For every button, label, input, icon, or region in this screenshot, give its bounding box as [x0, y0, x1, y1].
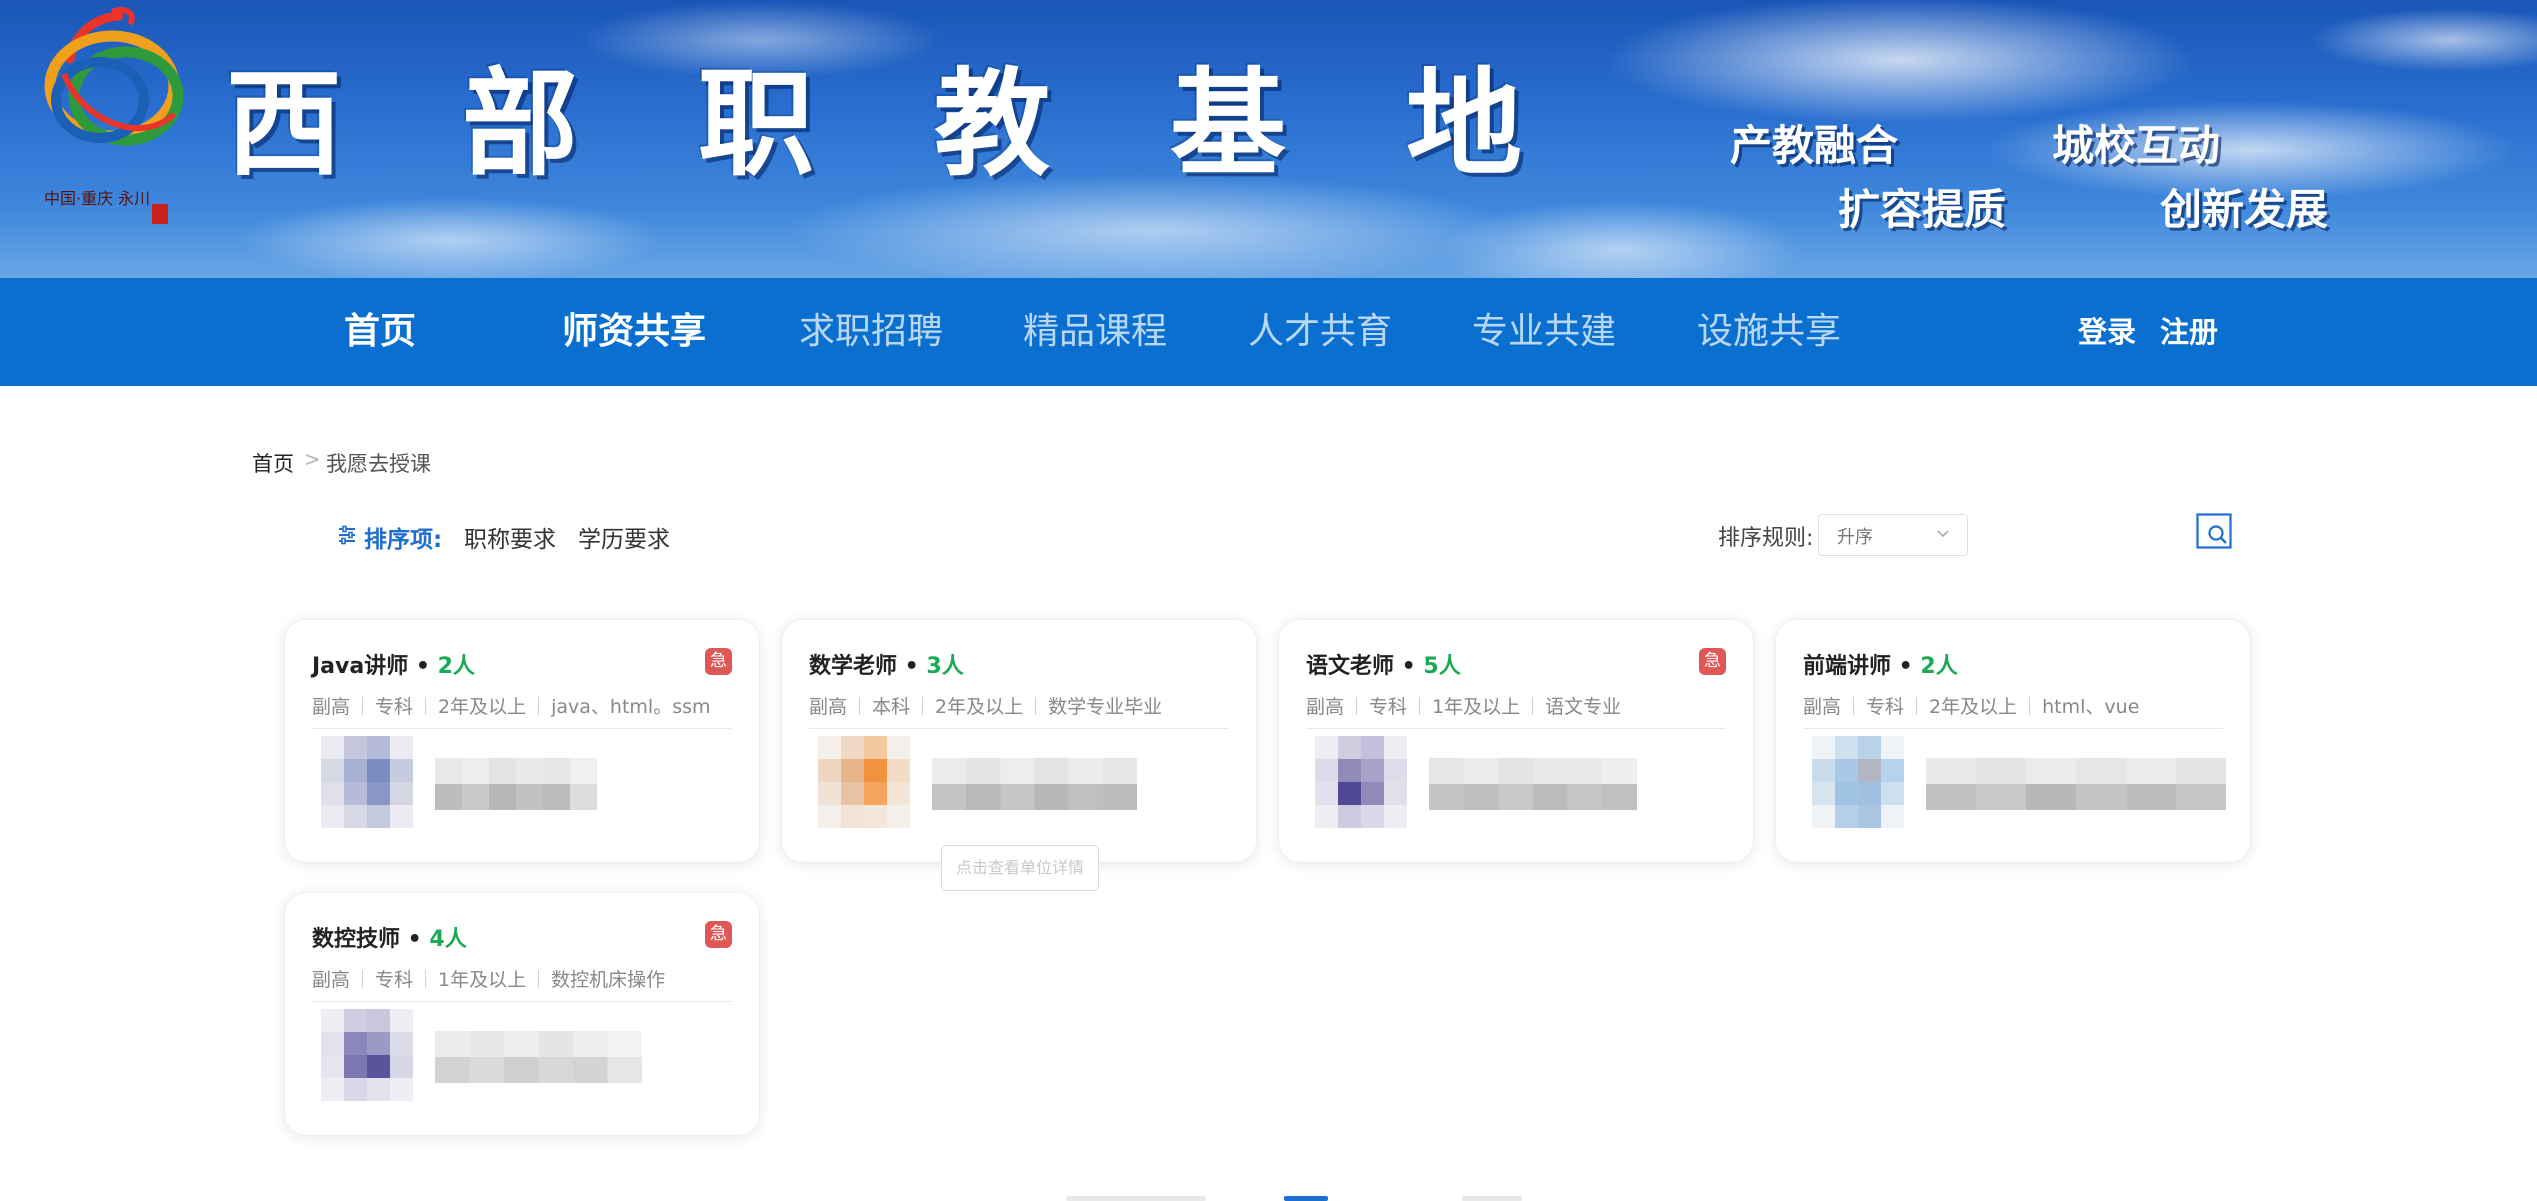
sort-option-education[interactable]: 学历要求	[578, 520, 670, 554]
sort-label: 排序项:	[364, 527, 443, 553]
company-avatar-blurred	[818, 736, 910, 828]
job-title: 语文老师 • 5人	[1306, 654, 1461, 679]
slogan-1: 产教融合	[1730, 121, 1899, 170]
slogan-3: 扩容提质	[1838, 185, 2007, 234]
company-avatar-blurred	[1812, 736, 1904, 828]
search-icon[interactable]	[2196, 513, 2232, 549]
sort-rule-label: 排序规则:	[1718, 526, 1814, 551]
slogan-2: 城校互动	[2052, 121, 2221, 170]
pagination-current[interactable]	[1284, 1196, 1328, 1201]
job-card[interactable]: 数控技师 • 4人 急 副高 专科 1年及以上 数控机床操作	[284, 892, 760, 1136]
job-card[interactable]: 数学老师 • 3人 副高 本科 2年及以上 数学专业毕业	[781, 619, 1257, 863]
slogan-4: 创新发展	[2160, 185, 2329, 234]
company-name-blurred	[435, 758, 597, 810]
nav-quality-courses[interactable]: 精品课程	[1023, 278, 1167, 386]
nav-facility-sharing[interactable]: 设施共享	[1697, 278, 1841, 386]
job-tags: 副高 专科 2年及以上 java、html。ssm	[312, 696, 711, 718]
company-name-blurred	[1926, 758, 2226, 810]
company-avatar-blurred	[1315, 736, 1407, 828]
job-tags: 副高 专科 1年及以上 语文专业	[1306, 696, 1622, 718]
urgent-badge: 急	[1699, 648, 1726, 675]
site-title: 西部职教基地	[226, 56, 1642, 192]
nav-teacher-sharing[interactable]: 师资共享	[562, 278, 706, 386]
company-avatar-blurred	[321, 1009, 413, 1101]
pagination-next[interactable]	[1462, 1196, 1522, 1201]
sort-option-title[interactable]: 职称要求	[464, 520, 556, 554]
register-link[interactable]: 注册	[2160, 278, 2218, 386]
chevron-down-icon	[1937, 530, 1949, 538]
sort-rule-value: 升序	[1837, 527, 1873, 548]
nav-talent-cultivation[interactable]: 人才共育	[1248, 278, 1392, 386]
job-title: 数控技师 • 4人	[312, 927, 467, 952]
company-name-blurred	[932, 758, 1137, 810]
sort-settings-icon	[339, 525, 355, 545]
company-avatar-blurred	[321, 736, 413, 828]
company-name-blurred	[1429, 758, 1637, 810]
site-logo[interactable]: 中国·重庆 永川	[34, 4, 194, 234]
breadcrumb-separator: >	[304, 447, 321, 471]
login-link[interactable]: 登录	[2078, 278, 2136, 386]
job-title: Java讲师 • 2人	[312, 654, 475, 679]
urgent-badge: 急	[705, 921, 732, 948]
job-title: 数学老师 • 3人	[809, 654, 964, 679]
job-tags: 副高 本科 2年及以上 数学专业毕业	[809, 696, 1163, 718]
logo-text: 中国·重庆 永川	[44, 189, 150, 208]
header-banner: 中国·重庆 永川 西部职教基地 产教融合 城校互动 扩容提质 创新发展	[0, 0, 2537, 278]
job-tags: 副高 专科 2年及以上 html、vue	[1803, 696, 2140, 718]
urgent-badge: 急	[705, 648, 732, 675]
nav-major-construction[interactable]: 专业共建	[1472, 278, 1616, 386]
breadcrumb-home[interactable]: 首页	[252, 448, 294, 478]
pagination-prev[interactable]	[1066, 1196, 1206, 1201]
job-card[interactable]: 前端讲师 • 2人 副高 专科 2年及以上 html、vue	[1775, 619, 2251, 863]
main-nav: 首页 师资共享 求职招聘 精品课程 人才共育 专业共建 设施共享 登录 注册	[0, 278, 2537, 386]
job-card[interactable]: 语文老师 • 5人 急 副高 专科 1年及以上 语文专业	[1278, 619, 1754, 863]
breadcrumb-current: 我愿去授课	[326, 452, 431, 476]
sort-rule-select[interactable]: 升序	[1818, 514, 1968, 556]
company-name-blurred	[435, 1031, 642, 1083]
nav-job-recruitment[interactable]: 求职招聘	[799, 278, 943, 386]
job-title: 前端讲师 • 2人	[1803, 654, 1958, 679]
nav-home[interactable]: 首页	[344, 278, 416, 386]
job-tags: 副高 专科 1年及以上 数控机床操作	[312, 969, 666, 991]
job-card[interactable]: Java讲师 • 2人 急 副高 专科 2年及以上 java、html。ssm	[284, 619, 760, 863]
view-company-detail-button[interactable]: 点击查看单位详情	[941, 845, 1099, 891]
